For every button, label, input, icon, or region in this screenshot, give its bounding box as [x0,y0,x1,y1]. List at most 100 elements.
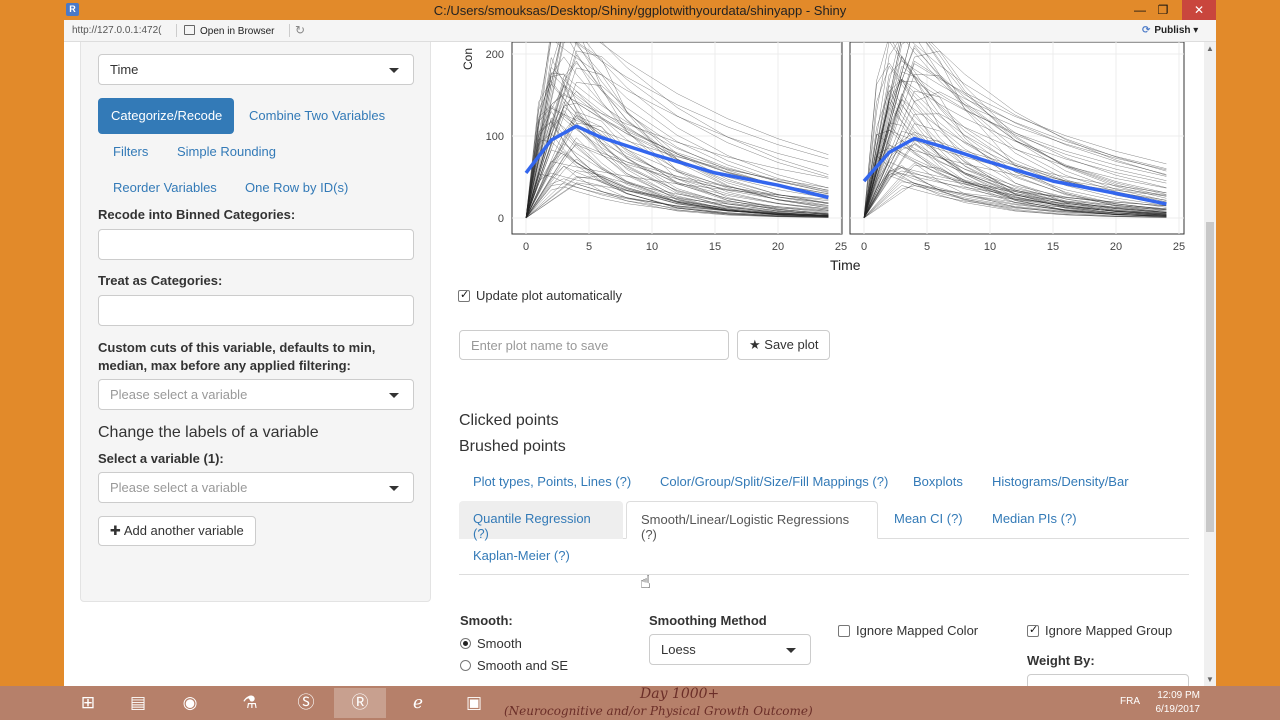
x-tick-label: 0 [523,241,529,253]
tab-filters[interactable]: Filters [100,134,161,170]
shiny-app: Time Categorize/Recode Combine Two Varia… [64,42,1216,686]
custom-cuts-select[interactable]: Please select a variable [98,379,414,410]
toolbar-separator [176,24,177,37]
tab-median-pis[interactable]: Median PIs (?) [978,501,1091,539]
weight-by-select[interactable] [1027,674,1189,686]
system-clock[interactable]: 12:09 PM 6/19/2017 [1152,689,1201,717]
radio-icon [460,660,471,671]
ignore-mapped-group-checkbox[interactable]: Ignore Mapped Group [1027,623,1172,638]
update-plot-checkbox[interactable]: Update plot automatically [458,288,622,303]
tab-plot-types[interactable]: Plot types, Points, Lines (?) [459,464,645,502]
tab-reorder-variables[interactable]: Reorder Variables [100,170,230,206]
chevron-down-icon [389,393,399,398]
smooth-se-option-label: Smooth and SE [477,658,569,673]
open-in-browser-button[interactable]: Open in Browser [184,25,274,37]
x-tick-label: 20 [1110,241,1122,253]
smoothing-method-value: Loess [661,642,696,657]
ignore-mapped-group-label: Ignore Mapped Group [1045,623,1173,638]
recode-input[interactable] [98,229,414,260]
x-tick-label: 15 [1047,241,1059,253]
clicked-points-heading: Clicked points [459,412,559,429]
weight-by-label: Weight By: [1027,653,1095,668]
smooth-and-se-radio[interactable]: Smooth and SE [460,658,568,673]
close-button[interactable]: ✕ [1182,0,1216,20]
smooth-option-label: Smooth [477,636,522,651]
treat-as-categories-input[interactable] [98,295,414,326]
scrollbar-thumb[interactable] [1206,222,1214,532]
hand-cursor-icon: ☝ [640,572,651,592]
tab-histograms-density-bar[interactable]: Histograms/Density/Bar [978,464,1143,502]
chevron-down-icon [389,68,399,73]
r-studio-icon[interactable]: ⚗ [224,688,276,718]
tab-categorize-recode[interactable]: Categorize/Recode [98,98,234,134]
chevron-down-icon [389,486,399,491]
x-axis-label: Time [830,257,861,273]
tab-one-row-by-ids[interactable]: One Row by ID(s) [232,170,361,206]
desktop-background-left [0,20,64,686]
tab-color-group-mappings[interactable]: Color/Group/Split/Size/Fill Mappings (?) [646,464,902,502]
add-variable-label: Add another variable [123,523,244,538]
skype-icon[interactable]: Ⓢ [280,688,332,718]
url-display[interactable]: http://127.0.0.1:472( [72,25,162,36]
add-another-variable-button[interactable]: ✚ Add another variable [98,516,256,546]
ignore-mapped-color-checkbox[interactable]: Ignore Mapped Color [838,623,978,638]
chrome-icon[interactable]: ◉ [164,688,216,718]
vertical-scrollbar[interactable]: ▲ ▼ [1204,42,1216,686]
windows-start-icon[interactable]: ⊞ [62,688,114,718]
language-indicator[interactable]: FRA [1120,696,1140,707]
select-variable-label: Select a variable (1): [98,451,224,466]
checkbox-icon [838,625,850,637]
plus-icon: ✚ [110,523,121,538]
tab-mean-ci[interactable]: Mean CI (?) [880,501,977,539]
wallpaper-text: Day 1000+ [640,686,720,702]
browser-icon [184,25,195,35]
y-tick-label: 0 [498,213,504,225]
clock-date: 6/19/2017 [1155,704,1201,715]
tab-smooth-regressions[interactable]: Smooth/Linear/Logistic Regressions (?) [626,501,878,542]
smoothing-method-label: Smoothing Method [649,613,767,628]
chevron-down-icon [786,648,796,653]
x-tick-label: 25 [1173,241,1185,253]
change-labels-heading: Change the labels of a variable [98,424,319,441]
x-tick-label: 20 [772,241,784,253]
window-titlebar: R C:/Users/smouksas/Desktop/Shiny/ggplot… [0,0,1280,20]
tab-kaplan-meier[interactable]: Kaplan-Meier (?) [459,538,584,576]
window-title: C:/Users/smouksas/Desktop/Shiny/ggplotwi… [433,3,847,18]
tab-quantile-regression[interactable]: Quantile Regression (?) [459,501,623,541]
r-icon[interactable]: Ⓡ [334,688,386,718]
y-axis-label: Con [461,48,475,70]
ignore-mapped-color-label: Ignore Mapped Color [856,623,979,638]
x-tick-label: 5 [924,241,930,253]
save-plot-button[interactable]: ★ Save plot [737,330,831,360]
tab-content-border [459,574,1189,575]
smooth-label: Smooth: [460,613,513,628]
publish-button[interactable]: ⟳ Publish ▾ [1142,25,1198,36]
smoothing-method-select[interactable]: Loess [649,634,811,665]
refresh-icon[interactable]: ↻ [295,23,305,37]
file-explorer-icon[interactable]: ▤ [112,688,164,718]
time-select[interactable]: Time [98,54,414,85]
plot-name-input[interactable]: Enter plot name to save [459,330,729,360]
save-plot-label: Save plot [764,337,819,352]
radio-selected-icon [460,638,471,649]
select-variable-select[interactable]: Please select a variable [98,472,414,503]
x-axis-ticks: 0 5 10 15 20 25 0 5 10 15 20 25 [523,241,1185,253]
select-variable-placeholder: Please select a variable [110,480,248,495]
internet-explorer-icon[interactable]: ℯ [392,688,444,718]
maximize-button[interactable]: ❐ [1150,0,1176,20]
x-tick-label: 10 [646,241,658,253]
recode-label: Recode into Binned Categories: [98,207,296,222]
powerpoint-icon[interactable]: ▣ [448,688,500,718]
custom-cuts-placeholder: Please select a variable [110,387,248,402]
update-plot-label: Update plot automatically [476,288,622,303]
toolbar-separator [289,24,290,37]
faceted-plot[interactable]: Con 200 100 0 0 5 10 15 20 25 0 5 10 15 20 25 Time [444,42,1204,282]
tab-boxplots[interactable]: Boxplots [899,464,977,502]
scroll-up-icon[interactable]: ▲ [1206,44,1214,53]
scroll-down-icon[interactable]: ▼ [1206,675,1214,684]
tab-combine-two-variables[interactable]: Combine Two Variables [236,98,398,134]
smooth-radio[interactable]: Smooth [460,636,522,651]
checkbox-icon [1027,623,1039,637]
tab-simple-rounding[interactable]: Simple Rounding [164,134,289,170]
x-tick-label: 0 [861,241,867,253]
